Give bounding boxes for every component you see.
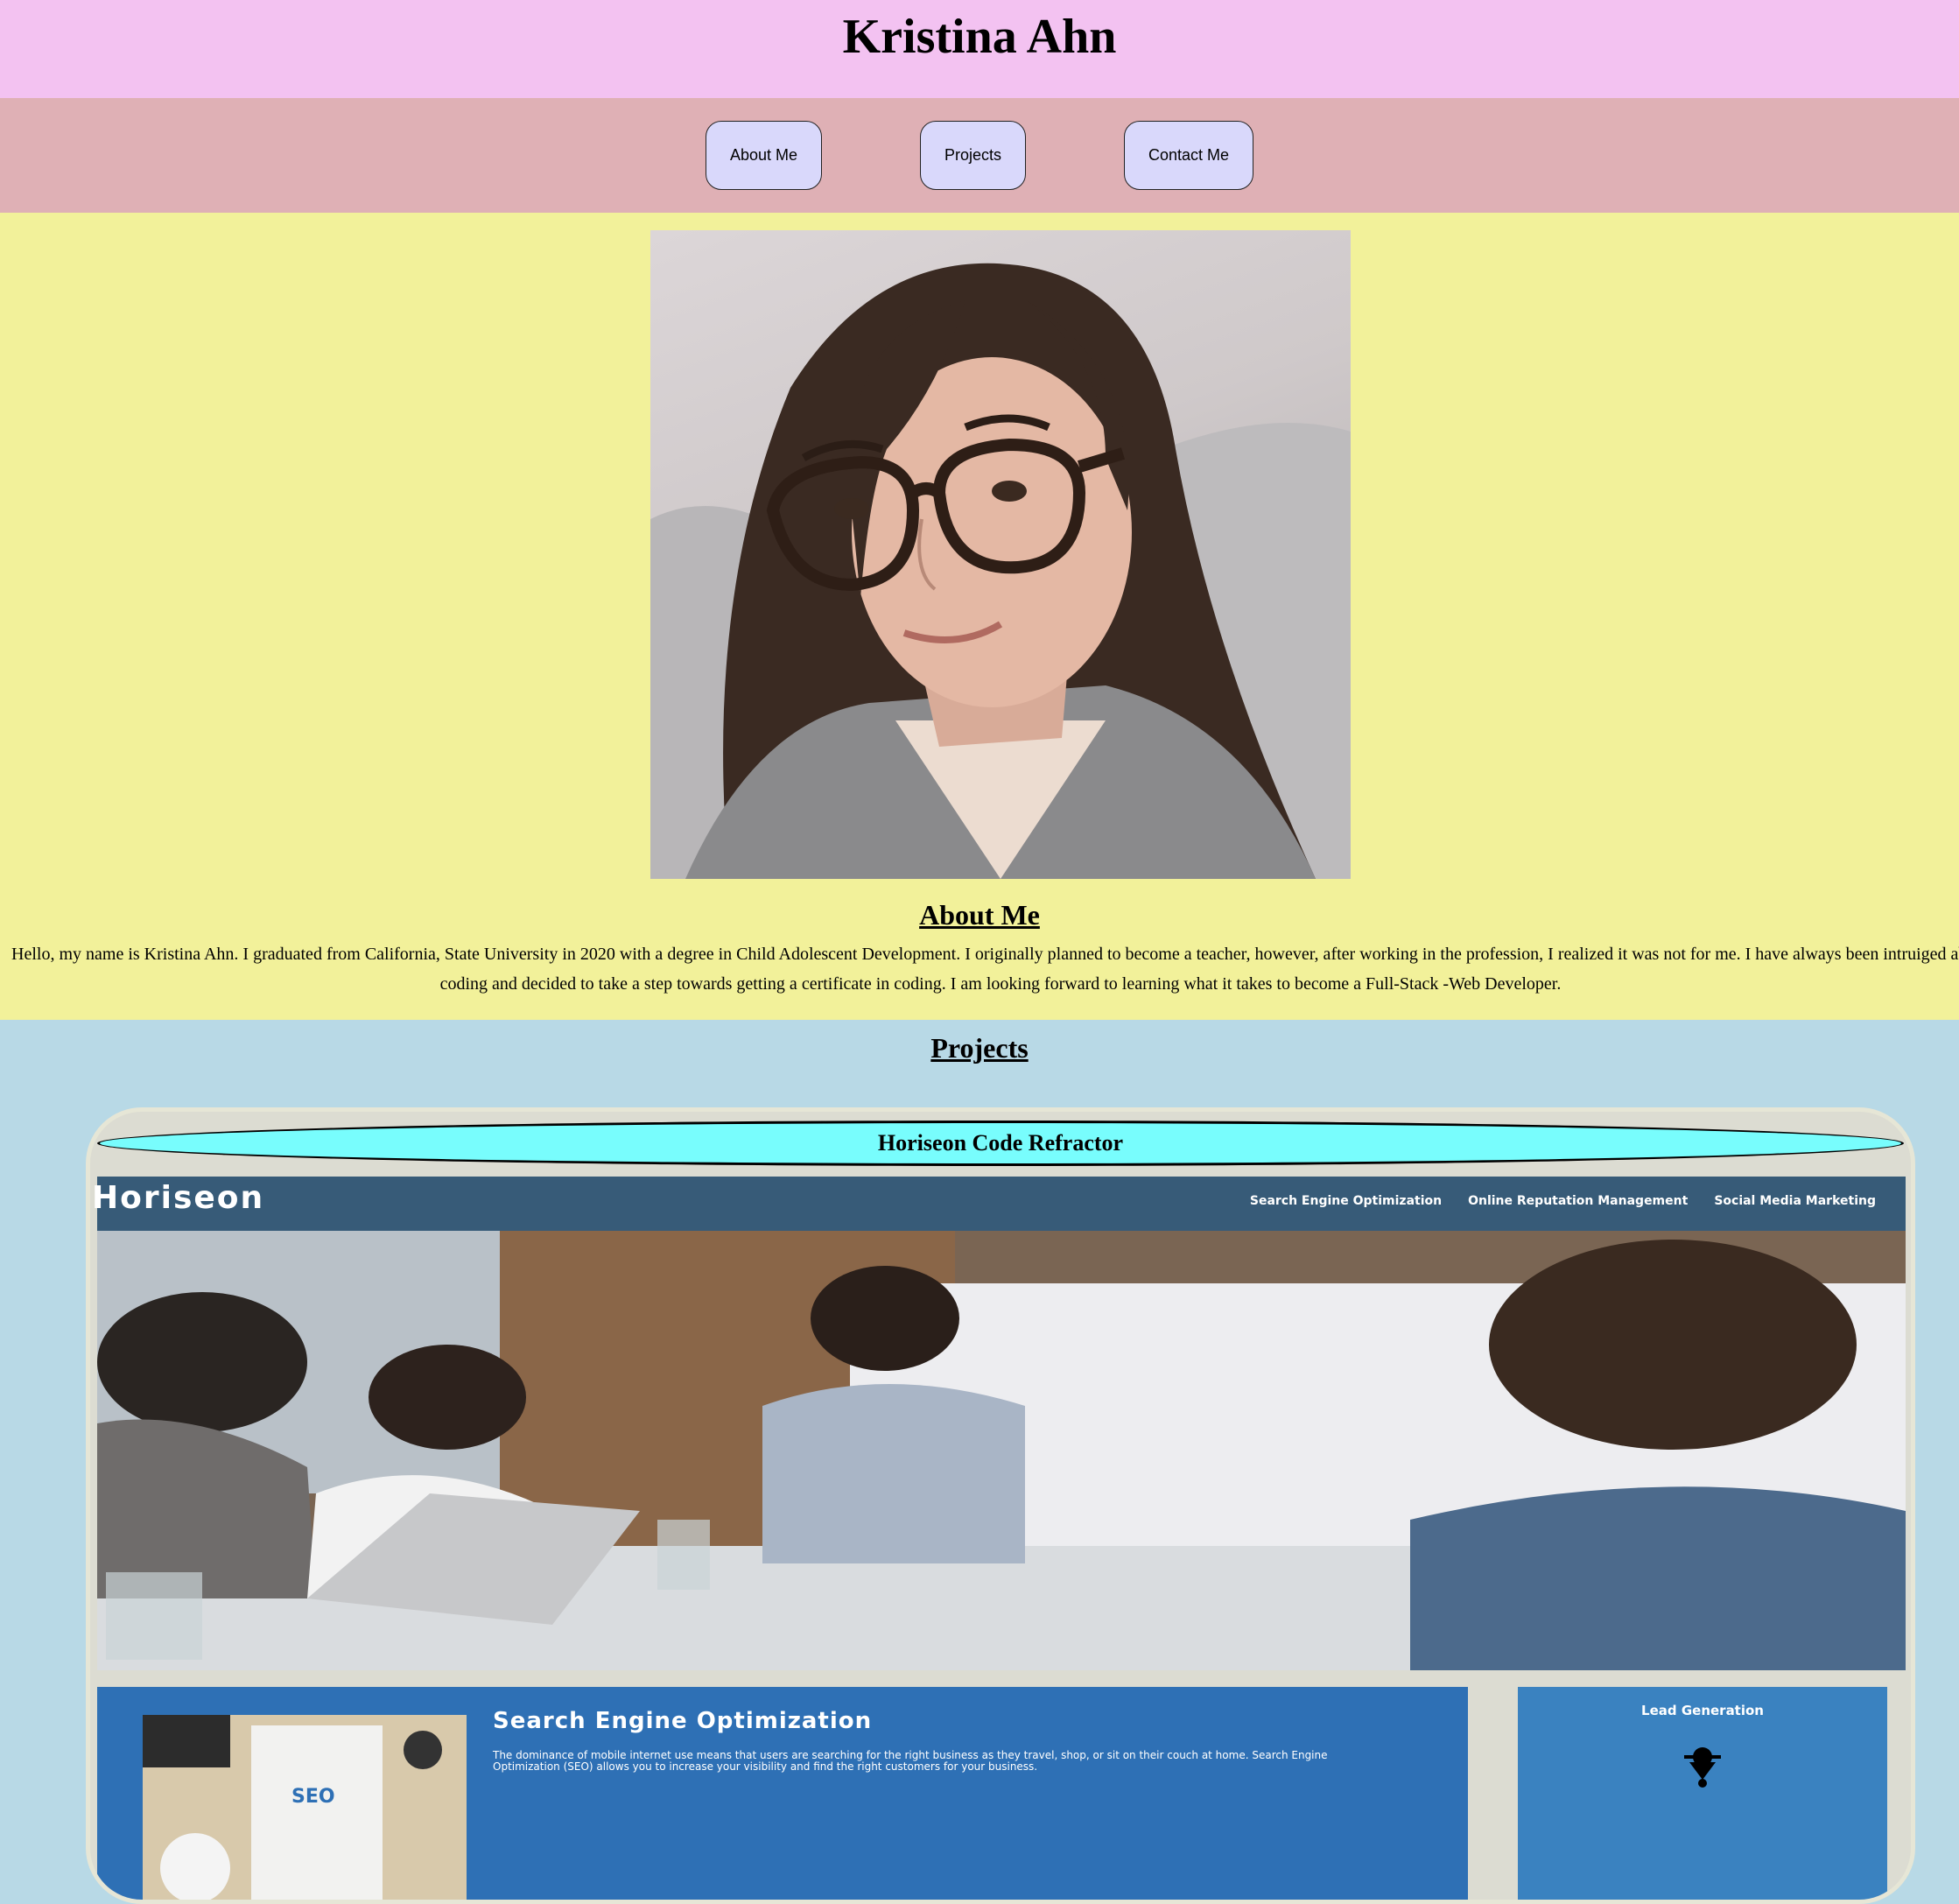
project-card-title[interactable]: Horiseon Code Refractor (97, 1121, 1904, 1166)
horiseon-nav: Search Engine Optimization Online Reputa… (1250, 1194, 1876, 1208)
horiseon-nav-item: Search Engine Optimization (1249, 1194, 1443, 1208)
seo-image: SEO (143, 1715, 467, 1900)
projects-heading: Projects (930, 1032, 1029, 1064)
lead-generation-title: Lead Generation (1641, 1703, 1764, 1718)
about-section: About Me Hello, my name is Kristina Ahn.… (0, 213, 1959, 1020)
horiseon-header: Horiseon Search Engine Optimization Onli… (92, 1177, 1906, 1231)
project-screenshot[interactable]: Horiseon Search Engine Optimization Onli… (92, 1177, 1906, 1900)
about-text: Hello, my name is Kristina Ahn. I gradua… (11, 945, 1959, 994)
about-heading: About Me (919, 899, 1040, 931)
main-nav: About Me Projects Contact Me (0, 98, 1959, 213)
horiseon-nav-item: Online Reputation Management (1468, 1194, 1689, 1208)
horiseon-lead-section: Lead Generation (1518, 1687, 1887, 1900)
horiseon-seo-section: SEO Search Engine Optimization The domin… (97, 1687, 1468, 1900)
about-me-button[interactable]: About Me (705, 121, 822, 190)
seo-image-label: SEO (291, 1786, 335, 1808)
horiseon-nav-item: Social Media Marketing (1714, 1194, 1876, 1208)
page-header: Kristina Ahn (0, 0, 1959, 98)
projects-button[interactable]: Projects (919, 121, 1027, 190)
profile-photo (650, 230, 1351, 879)
horiseon-logo: Horiseon (92, 1180, 265, 1216)
lead-generation-icon (1679, 1745, 1726, 1793)
projects-section: Projects Horiseon Code Refractor Horiseo… (0, 1020, 1959, 1904)
horiseon-hero-image (97, 1231, 1906, 1670)
contact-me-button[interactable]: Contact Me (1124, 121, 1254, 190)
project-card[interactable]: Horiseon Code Refractor Horiseon Search … (86, 1107, 1915, 1904)
page-title: Kristina Ahn (842, 10, 1117, 64)
seo-title: Search Engine Optimization (493, 1708, 873, 1734)
seo-text: The dominance of mobile internet use mea… (493, 1749, 1328, 1773)
